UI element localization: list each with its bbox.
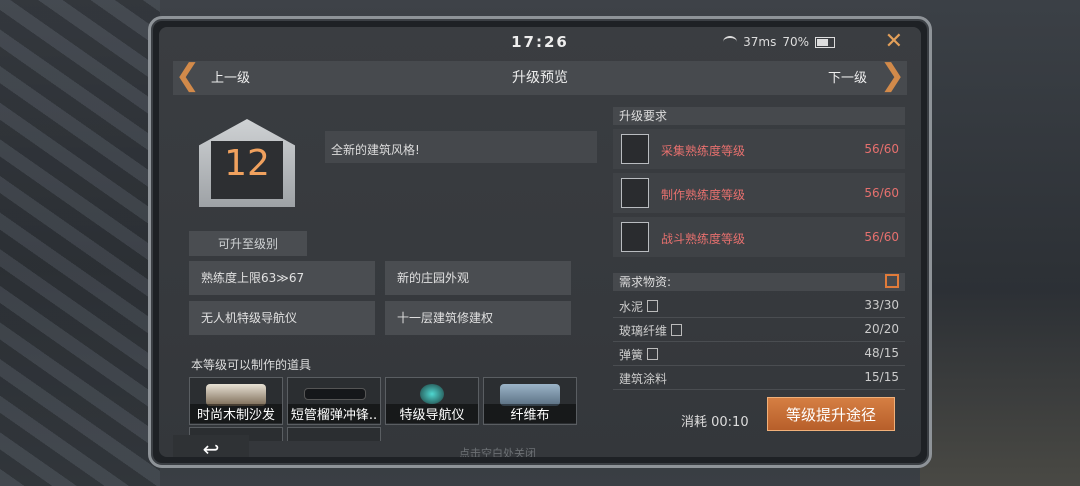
style-description: 全新的建筑风格! bbox=[325, 131, 597, 163]
level-caption: 可升至级别 bbox=[189, 231, 307, 256]
next-level-button[interactable]: 下一级 bbox=[828, 67, 867, 86]
craft-item-navigator[interactable]: 特级导航仪 bbox=[385, 377, 479, 425]
item-tag-icon bbox=[647, 300, 659, 312]
material-row: 弹簧 48/15 bbox=[613, 343, 905, 366]
material-row: 建筑涂料 15/15 bbox=[613, 367, 905, 390]
gather-skill-icon bbox=[621, 134, 649, 164]
materials-title: 需求物资: bbox=[613, 273, 905, 291]
craft-item-sofa[interactable]: 时尚木制沙发 bbox=[189, 377, 283, 425]
feature-item: 熟练度上限63≫67 bbox=[189, 261, 375, 295]
background-left bbox=[0, 0, 160, 486]
level-number: 12 bbox=[224, 143, 270, 184]
status-bar: 17:26 37ms 70% ✕ bbox=[159, 27, 921, 57]
requirement-row: 采集熟练度等级 56/60 bbox=[613, 129, 905, 169]
battery-text: 70% bbox=[782, 35, 809, 49]
requirement-row: 制作熟练度等级 56/60 bbox=[613, 173, 905, 213]
feature-item: 新的庄园外观 bbox=[385, 261, 571, 295]
upgrade-path-button[interactable]: 等级提升途径 bbox=[767, 397, 895, 431]
ping-text: 37ms bbox=[743, 35, 777, 49]
requirements-title: 升级要求 bbox=[613, 107, 905, 125]
status-indicators: 37ms 70% bbox=[723, 35, 835, 49]
item-tag-icon bbox=[647, 348, 659, 360]
back-button[interactable]: ↩ bbox=[173, 435, 249, 457]
close-icon[interactable]: ✕ bbox=[885, 31, 903, 53]
item-tag-icon bbox=[671, 324, 683, 336]
upgrade-preview-panel: 17:26 37ms 70% ✕ ❮ 上一级 升级预览 下一级 ❯ 12 可升至… bbox=[148, 16, 932, 468]
craftable-title: 本等级可以制作的道具 bbox=[191, 358, 312, 372]
return-icon: ↩ bbox=[202, 437, 220, 457]
combat-skill-icon bbox=[621, 222, 649, 252]
background-right bbox=[920, 0, 1080, 486]
craft-item-smg[interactable]: 短管榴弹冲锋.. bbox=[287, 377, 381, 425]
material-row: 玻璃纤维 20/20 bbox=[613, 319, 905, 342]
gun-icon bbox=[304, 388, 366, 400]
feature-item: 无人机特级导航仪 bbox=[189, 301, 375, 335]
wifi-icon bbox=[723, 36, 738, 48]
fabric-icon bbox=[500, 384, 560, 406]
navigator-icon bbox=[420, 384, 444, 404]
craft-item-partial[interactable] bbox=[287, 427, 381, 441]
feature-item: 十一层建筑修建权 bbox=[385, 301, 571, 335]
time-cost: 消耗 00:10 bbox=[681, 415, 749, 430]
battery-icon bbox=[815, 36, 835, 48]
level-info: 12 可升至级别 全新的建筑风格! 熟练度上限63≫67 新的庄园外观 无人机特… bbox=[175, 101, 599, 441]
requirement-row: 战斗熟练度等级 56/60 bbox=[613, 217, 905, 257]
craft-skill-icon bbox=[621, 178, 649, 208]
chevron-right-icon[interactable]: ❯ bbox=[880, 61, 905, 91]
material-row: 水泥 33/30 bbox=[613, 295, 905, 318]
page-title: 升级预览 bbox=[512, 70, 568, 86]
close-hint: 点击空白处关闭 bbox=[459, 447, 536, 457]
sofa-icon bbox=[206, 384, 266, 406]
level-nav: ❮ 上一级 升级预览 下一级 ❯ bbox=[173, 61, 907, 95]
level-badge: 12 可升至级别 bbox=[189, 113, 307, 256]
panel-inner: 17:26 37ms 70% ✕ ❮ 上一级 升级预览 下一级 ❯ 12 可升至… bbox=[159, 27, 921, 457]
requirements-panel: 升级要求 采集熟练度等级 56/60 制作熟练度等级 56/60 战斗熟练度等级… bbox=[613, 101, 913, 441]
materials-detail-icon[interactable] bbox=[885, 274, 899, 288]
craft-item-fabric[interactable]: 纤维布 bbox=[483, 377, 577, 425]
